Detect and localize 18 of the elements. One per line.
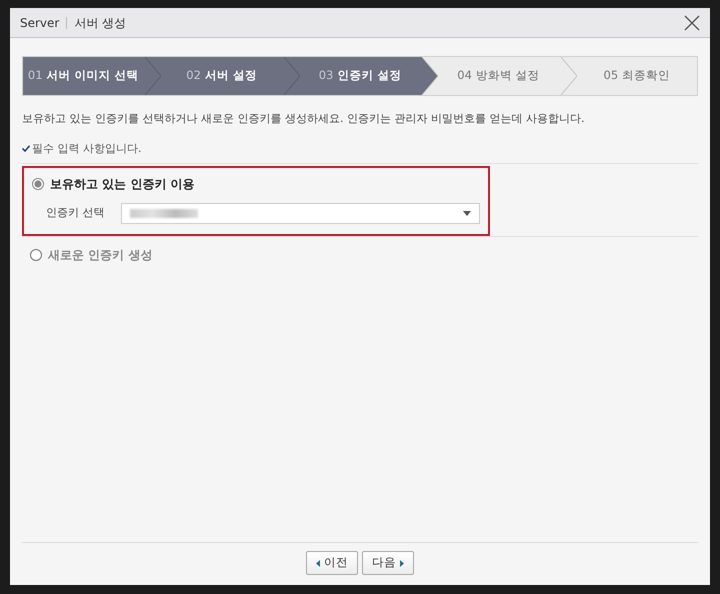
option-label: 새로운 인증키 생성 xyxy=(48,247,152,264)
nav-button[interactable]: 다음 xyxy=(362,551,414,575)
left-arrow-icon xyxy=(316,560,320,566)
nav-button[interactable]: 이전 xyxy=(306,551,358,575)
wizard-step[interactable]: 01 서버 이미지 선택 xyxy=(23,57,144,95)
option-label: 보유하고 있는 인증키 이용 xyxy=(50,176,195,193)
description-text: 보유하고 있는 인증키를 선택하거나 새로운 인증키를 생성하세요. 인증키는 관리자 비밀번호를 얻는데 사용합니다. xyxy=(22,111,586,127)
right-arrow-icon xyxy=(400,560,404,566)
check-icon xyxy=(22,145,30,152)
required-note: 필수 입력 사항입니다. xyxy=(32,140,142,156)
field-label: 인증키 선택 xyxy=(46,205,104,222)
radio-button[interactable] xyxy=(32,178,44,190)
radio-button[interactable] xyxy=(30,249,42,261)
window-subtitle: 서버 생성 xyxy=(74,14,126,32)
dropdown-caret-icon xyxy=(463,211,471,216)
close-icon[interactable] xyxy=(684,14,700,30)
window-title: Server xyxy=(20,14,60,32)
wizard-step[interactable]: 02 서버 설정 xyxy=(161,57,282,95)
